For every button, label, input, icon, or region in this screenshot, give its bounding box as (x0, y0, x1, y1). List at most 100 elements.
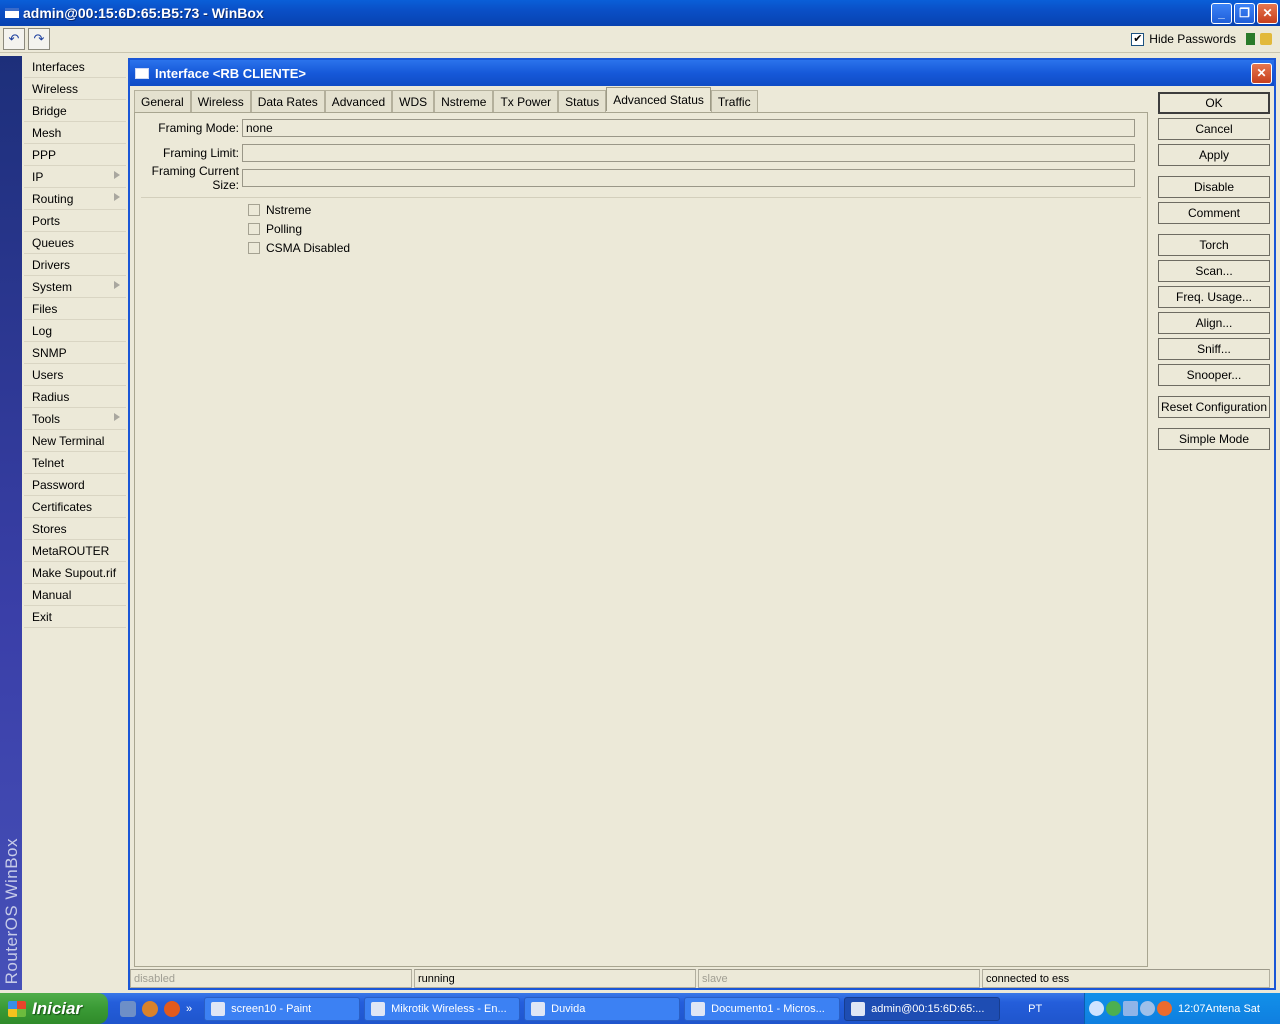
dialog-statusbar: disabled running slave connected to ess (130, 969, 1274, 988)
taskbar-task[interactable]: Mikrotik Wireless - En... (364, 996, 521, 1021)
menu-item-users[interactable]: Users (24, 364, 126, 386)
security-shield-icon[interactable] (1106, 1001, 1121, 1016)
comment-button[interactable]: Comment (1158, 202, 1270, 224)
tab-traffic[interactable]: Traffic (710, 90, 758, 112)
network-icon[interactable] (1123, 1001, 1138, 1016)
antivirus-icon[interactable] (1157, 1001, 1172, 1016)
menu-item-ip[interactable]: IP (24, 166, 126, 188)
show-desktop-icon[interactable] (120, 1000, 136, 1017)
task-label: Mikrotik Wireless - En... (391, 1002, 507, 1015)
tab-general[interactable]: General (134, 90, 191, 112)
taskbar-task[interactable]: Duvida (524, 996, 681, 1021)
task-label: screen10 - Paint (231, 1002, 312, 1015)
browser-icon[interactable] (142, 1000, 158, 1017)
csma-disabled-checkbox-row[interactable]: CSMA Disabled (248, 240, 350, 256)
menu-item-metarouter[interactable]: MetaROUTER (24, 540, 126, 562)
tab-advanced-status[interactable]: Advanced Status (606, 87, 711, 111)
tab-advanced[interactable]: Advanced (324, 90, 393, 112)
torch-button[interactable]: Torch (1158, 234, 1270, 256)
minimize-button[interactable]: _ (1211, 2, 1232, 24)
ok-button[interactable]: OK (1158, 92, 1270, 114)
close-button[interactable]: ✕ (1257, 2, 1278, 24)
menu-item-log[interactable]: Log (24, 320, 126, 342)
menu-item-label: Drivers (32, 257, 70, 272)
firefox-icon[interactable] (164, 1000, 180, 1017)
menu-item-drivers[interactable]: Drivers (24, 254, 126, 276)
menu-item-bridge[interactable]: Bridge (24, 100, 126, 122)
winbox-app-icon[interactable] (5, 8, 19, 18)
scan-button[interactable]: Scan... (1158, 260, 1270, 282)
task-app-icon (531, 1001, 546, 1016)
framing-mode-field[interactable]: none (242, 119, 1135, 137)
window-icon (135, 67, 149, 79)
hide-passwords-checkbox[interactable]: ✔ (1131, 32, 1145, 46)
menu-item-manual[interactable]: Manual (24, 584, 126, 606)
taskbar-task[interactable]: screen10 - Paint (204, 996, 361, 1021)
align-button[interactable]: Align... (1158, 312, 1270, 334)
reset-configuration-button[interactable]: Reset Configuration (1158, 396, 1270, 418)
menu-item-label: Manual (32, 587, 72, 602)
menu-item-snmp[interactable]: SNMP (24, 342, 126, 364)
task-list: screen10 - Paint Mikrotik Wireless - En..… (200, 996, 1001, 1021)
restore-button[interactable]: ❐ (1234, 2, 1255, 24)
start-button[interactable]: Iniciar (0, 993, 108, 1024)
taskbar-task[interactable]: Documento1 - Micros... (684, 996, 841, 1021)
tab-wds[interactable]: WDS (392, 90, 435, 112)
menu-item-password[interactable]: Password (24, 474, 126, 496)
redo-button[interactable]: ↷ (28, 28, 50, 50)
menu-item-telnet[interactable]: Telnet (24, 452, 126, 474)
menu-item-label: Interfaces (32, 59, 85, 74)
menu-item-radius[interactable]: Radius (24, 386, 126, 408)
separator (141, 197, 1141, 198)
hide-passwords-label: Hide Passwords (1149, 32, 1236, 46)
language-indicator[interactable]: PT (1028, 1003, 1042, 1015)
menu-item-queues[interactable]: Queues (24, 232, 126, 254)
framing-current-size-field[interactable] (242, 169, 1135, 187)
snooper-button[interactable]: Snooper... (1158, 364, 1270, 386)
menu-item-label: Log (32, 323, 53, 338)
tab-tx-power[interactable]: Tx Power (493, 90, 559, 112)
nstreme-checkbox-row[interactable]: Nstreme (248, 202, 311, 218)
quick-launch-more[interactable]: » (186, 1003, 192, 1015)
polling-checkbox-row[interactable]: Polling (248, 221, 302, 237)
menu-item-stores[interactable]: Stores (24, 518, 126, 540)
apply-button[interactable]: Apply (1158, 144, 1270, 166)
tab-data-rates[interactable]: Data Rates (250, 90, 325, 112)
simple-mode-button[interactable]: Simple Mode (1158, 428, 1270, 450)
menu-item-files[interactable]: Files (24, 298, 126, 320)
taskbar-task[interactable]: admin@00:15:6D:65:... (844, 996, 1001, 1021)
messenger-icon[interactable] (1140, 1001, 1155, 1016)
menu-item-interfaces[interactable]: Interfaces (24, 56, 126, 78)
clock[interactable]: 12:07Antena Sat (1178, 1003, 1260, 1015)
tray-expand-icon[interactable] (1089, 1001, 1104, 1016)
polling-checkbox[interactable] (248, 223, 260, 235)
menu-item-ports[interactable]: Ports (24, 210, 126, 232)
dialog-close-button[interactable]: ✕ (1251, 62, 1272, 84)
window-title: admin@00:15:6D:65:B5:73 - WinBox (23, 5, 264, 21)
framing-limit-field[interactable] (242, 144, 1135, 162)
disable-button[interactable]: Disable (1158, 176, 1270, 198)
framing-mode-row: Framing Mode: none (135, 119, 1135, 137)
menu-item-tools[interactable]: Tools (24, 408, 126, 430)
menu-item-label: Routing (32, 191, 74, 206)
tab-status[interactable]: Status (558, 90, 607, 112)
csma-disabled-checkbox[interactable] (248, 242, 260, 254)
cancel-button[interactable]: Cancel (1158, 118, 1270, 140)
tab-nstreme[interactable]: Nstreme (434, 90, 494, 112)
menu-item-make-supout-rif[interactable]: Make Supout.rif (24, 562, 126, 584)
menu-item-mesh[interactable]: Mesh (24, 122, 126, 144)
menu-item-exit[interactable]: Exit (24, 606, 126, 628)
menu-item-label: Users (32, 367, 64, 382)
tab-wireless[interactable]: Wireless (190, 90, 251, 112)
undo-button[interactable]: ↶ (3, 28, 25, 50)
menu-item-label: Bridge (32, 103, 67, 118)
sniff-button[interactable]: Sniff... (1158, 338, 1270, 360)
nstreme-checkbox[interactable] (248, 204, 260, 216)
menu-item-routing[interactable]: Routing (24, 188, 126, 210)
menu-item-certificates[interactable]: Certificates (24, 496, 126, 518)
menu-item-wireless[interactable]: Wireless (24, 78, 126, 100)
freq-usage-button[interactable]: Freq. Usage... (1158, 286, 1270, 308)
menu-item-ppp[interactable]: PPP (24, 144, 126, 166)
menu-item-new-terminal[interactable]: New Terminal (24, 430, 126, 452)
menu-item-system[interactable]: System (24, 276, 126, 298)
